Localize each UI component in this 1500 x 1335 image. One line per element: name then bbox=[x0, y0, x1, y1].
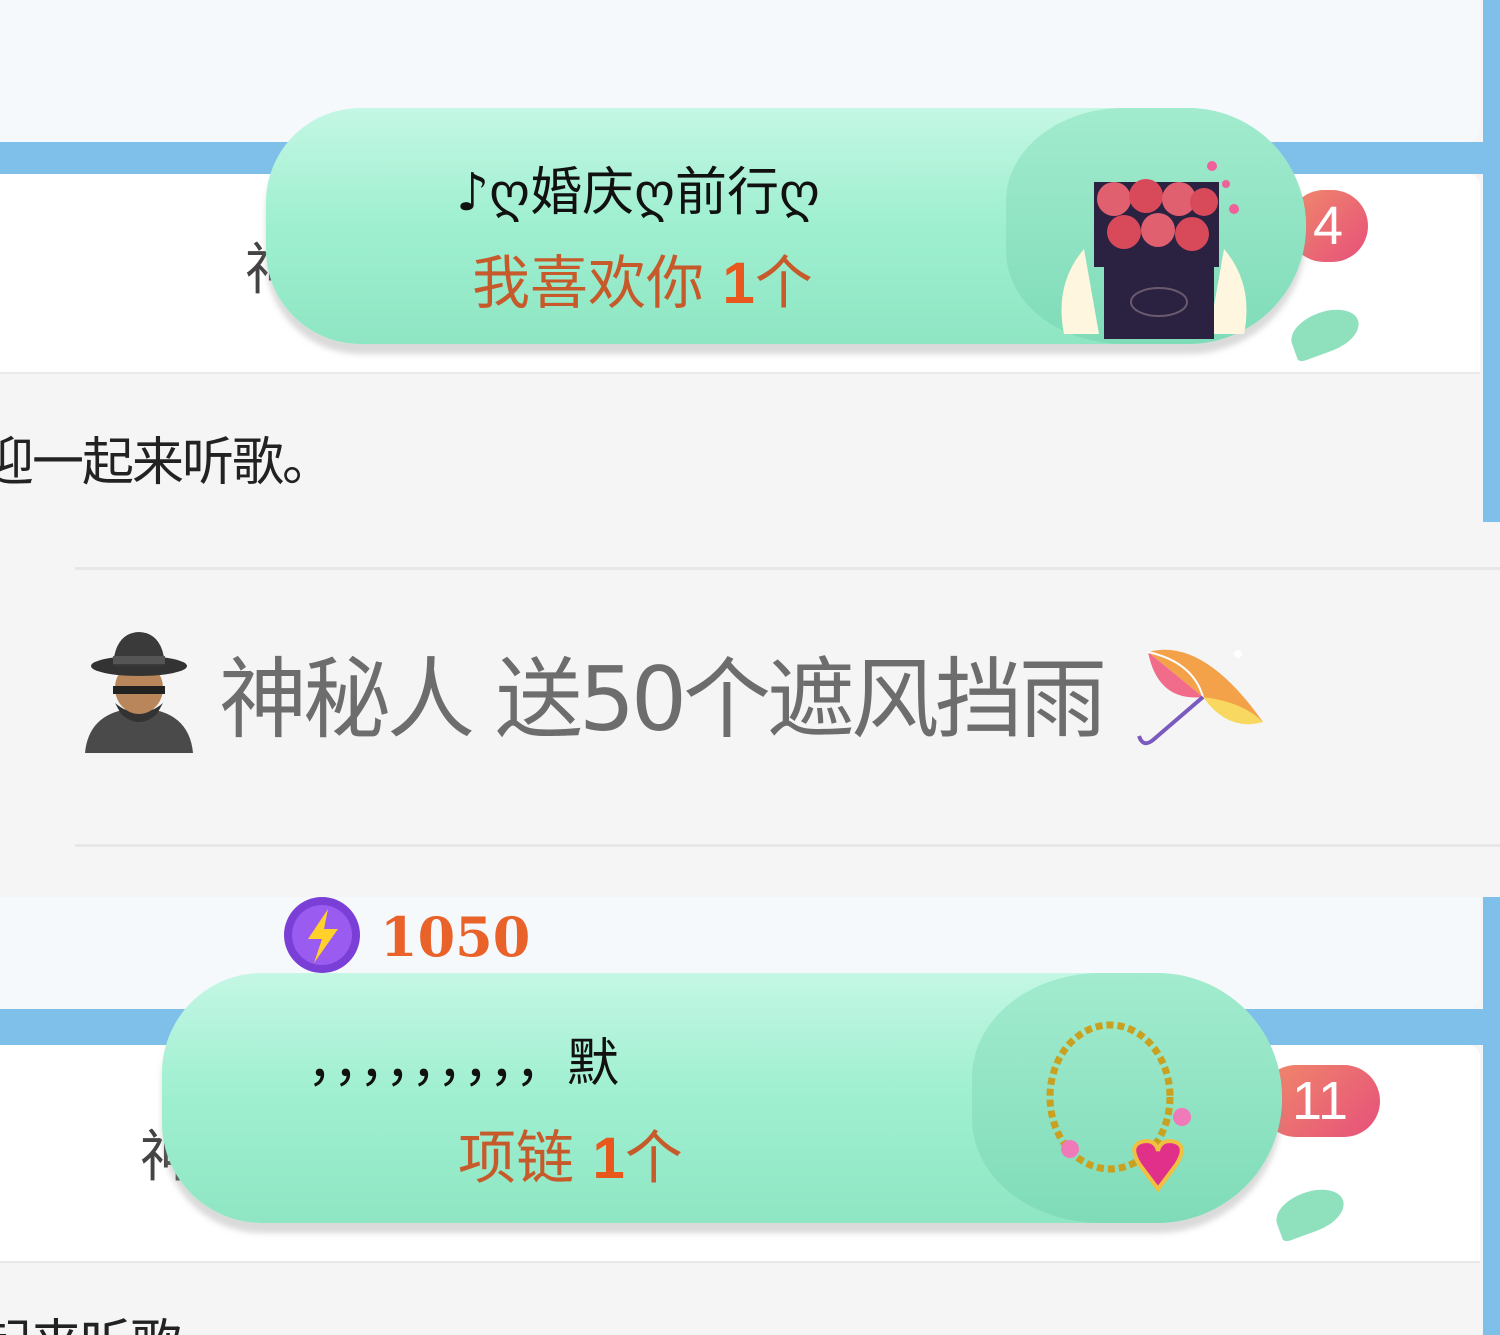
side-strip bbox=[1483, 897, 1500, 1335]
message-text: 起来听歌 bbox=[0, 1302, 182, 1335]
mystery-person-icon bbox=[85, 632, 193, 753]
necklace-icon bbox=[1046, 1021, 1191, 1193]
gift-notice-section: 神秘人 送50个遮风挡雨 bbox=[0, 522, 1500, 897]
gift-notice: 神秘人 送50个遮风挡雨 bbox=[75, 612, 1273, 772]
gift-label: 项链 1个 bbox=[458, 1111, 683, 1195]
lightning-icon bbox=[284, 897, 360, 973]
divider-bottom bbox=[75, 844, 1500, 847]
umbrella-icon bbox=[1137, 649, 1263, 746]
gift-name: 我喜欢你 bbox=[472, 249, 705, 317]
gift-notice-text: 神秘人 送50个遮风挡雨 bbox=[219, 647, 1107, 751]
gift-unit: 个 bbox=[624, 1124, 683, 1192]
bottom-chat-card: 1050 神 起来听歌 11 ，，，，，，，，，默 项链 1个 bbox=[0, 897, 1500, 1335]
divider-top bbox=[75, 567, 1500, 570]
message-text: 迎一起来听歌。 bbox=[0, 433, 334, 493]
gift-unit: 个 bbox=[754, 249, 813, 317]
message-row bbox=[0, 1265, 1480, 1335]
badge-count: 11 bbox=[1291, 1071, 1349, 1131]
side-strip bbox=[1483, 0, 1500, 522]
gift-count: 1 bbox=[592, 1126, 625, 1191]
top-chat-card: 神 迎一起来听歌。 4 ♪ღ婚庆ღ前行ღ 我喜欢你 1个 bbox=[0, 0, 1500, 522]
gift-bubble[interactable]: ，，，，，，，，，默 项链 1个 bbox=[162, 973, 1282, 1223]
sender-name: ，，，，，，，，，默 bbox=[307, 1034, 620, 1094]
gift-count: 1 bbox=[722, 251, 755, 316]
gift-bubble[interactable]: ♪ღ婚庆ღ前行ღ 我喜欢你 1个 bbox=[266, 108, 1306, 344]
rose-box-icon bbox=[1061, 161, 1247, 339]
badge-count: 4 bbox=[1312, 196, 1344, 256]
energy-counter: 1050 bbox=[270, 897, 530, 977]
energy-value: 1050 bbox=[380, 905, 531, 969]
sender-name: ♪ღ婚庆ღ前行ღ bbox=[456, 163, 820, 223]
gift-label: 我喜欢你 1个 bbox=[472, 236, 813, 320]
gift-name: 项链 bbox=[458, 1124, 575, 1192]
